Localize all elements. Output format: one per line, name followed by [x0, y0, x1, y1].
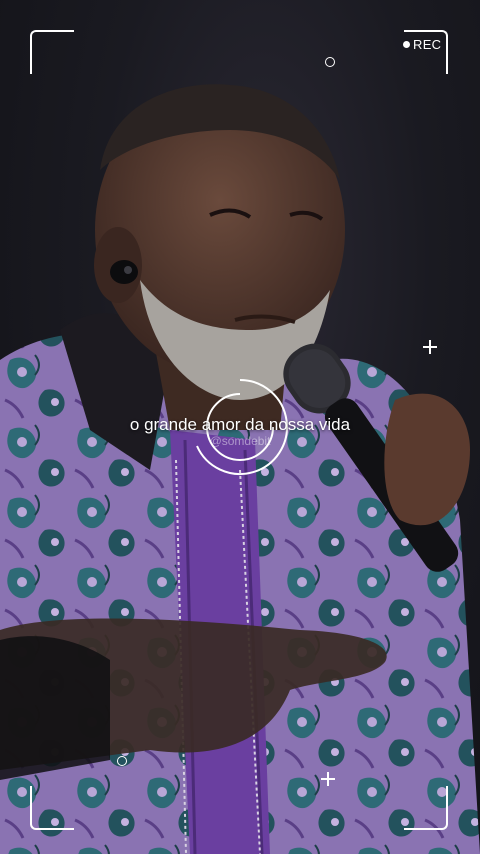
small-ring-icon: [117, 756, 127, 766]
rec-label: REC: [413, 37, 442, 52]
rec-indicator: REC: [403, 37, 441, 52]
crosshair-plus-icon: [321, 772, 335, 786]
small-ring-icon: [325, 57, 335, 67]
lyric-caption: o grande amor da nossa vida: [129, 415, 351, 434]
video-frame[interactable]: REC o grande amor da nossa vida @somdebi…: [0, 0, 480, 854]
watermark-handle: @somdebit: [209, 434, 271, 448]
rec-dot-icon: [403, 41, 410, 48]
viewfinder-corner-bottom-right: [404, 786, 448, 830]
viewfinder-corner-bottom-left: [30, 786, 74, 830]
crosshair-plus-icon: [423, 340, 437, 354]
viewfinder-corner-top-left: [30, 30, 74, 74]
